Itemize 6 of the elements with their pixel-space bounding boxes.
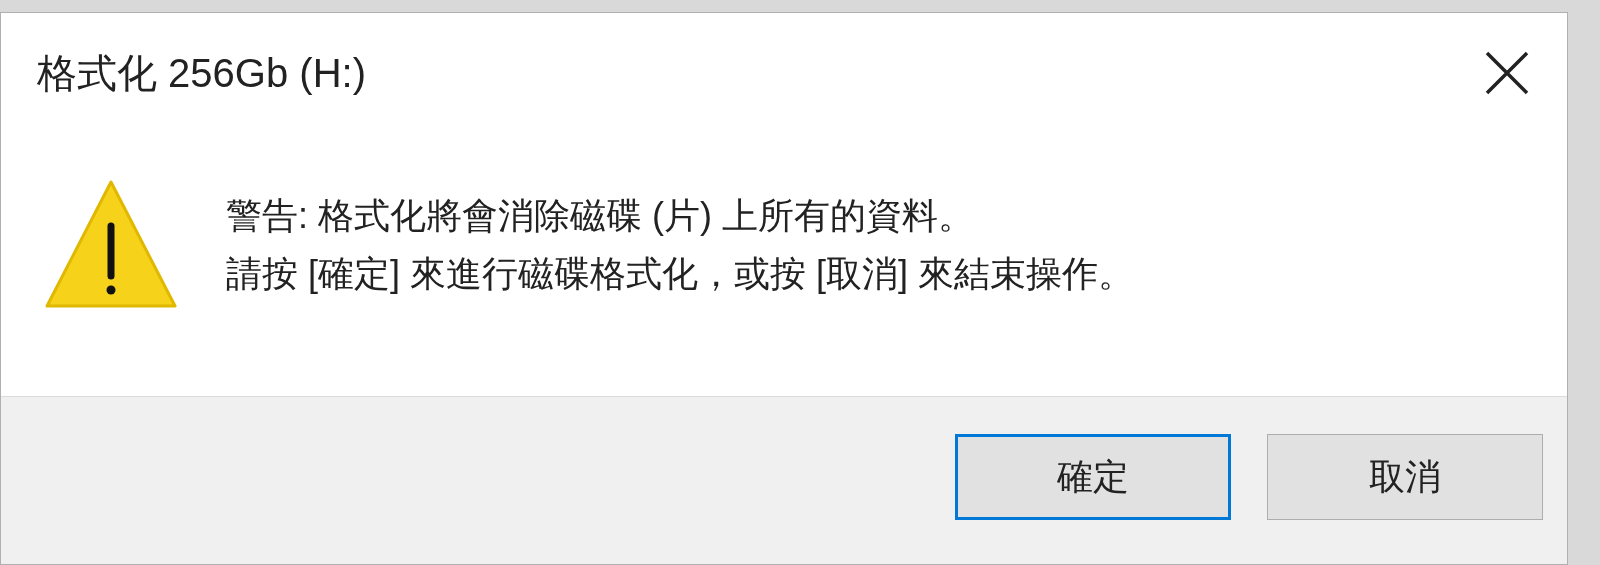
message-text: 警告: 格式化將會消除磁碟 (片) 上所有的資料。 (226, 193, 975, 238)
message-text: 請按 [確定] 來進行磁碟格式化，或按 [取消] 來結束操作。 (226, 251, 1134, 296)
window-title: 格式化 256Gb (H:) (37, 50, 366, 97)
dialog-button[interactable]: 確定 (955, 433, 1231, 520)
dialog-button[interactable]: 取消 (1267, 433, 1543, 520)
close-icon (1485, 51, 1529, 95)
